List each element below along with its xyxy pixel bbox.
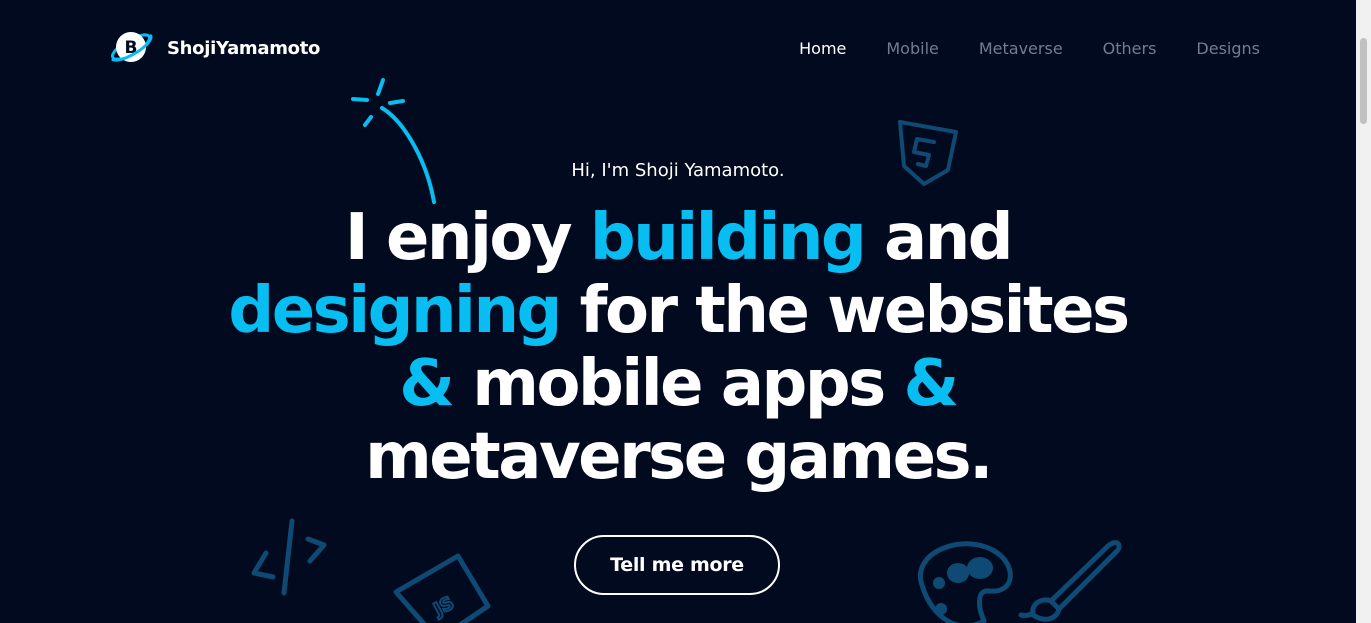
brand-name: ShojiYamamoto [167,38,321,59]
headline-line-2: designing for the websites [228,274,1130,348]
brand[interactable]: B ShojiYamamoto [108,26,320,71]
scrollbar-thumb[interactable] [1360,38,1367,124]
tell-me-more-button[interactable]: Tell me more [574,535,780,595]
svg-text:JS: JS [429,593,458,622]
palette-icon [917,541,1013,623]
nav-item-mobile[interactable]: Mobile [886,38,938,60]
hero-headline: I enjoy building and designing for the w… [0,202,1356,494]
code-icon [251,518,327,596]
nav-item-designs[interactable]: Designs [1196,38,1260,60]
headline-line-1: I enjoy building and [344,201,1014,275]
main-nav: Home Mobile Metaverse Others Designs [759,38,1260,60]
logo-icon: B [110,32,153,62]
nav-item-metaverse[interactable]: Metaverse [979,38,1063,60]
page-scrollbar[interactable] [1356,0,1371,623]
sparkle-icon [351,78,436,204]
headline-line-3: & mobile apps & [399,347,959,421]
nav-item-others[interactable]: Others [1103,38,1157,60]
headline-line-4: metaverse games. [365,420,993,494]
nav-item-home[interactable]: Home [799,38,846,60]
hero-greeting: Hi, I'm Shoji Yamamoto. [571,160,785,181]
paintbrush-icon [1018,540,1122,622]
js-file-icon: JS [393,553,491,623]
